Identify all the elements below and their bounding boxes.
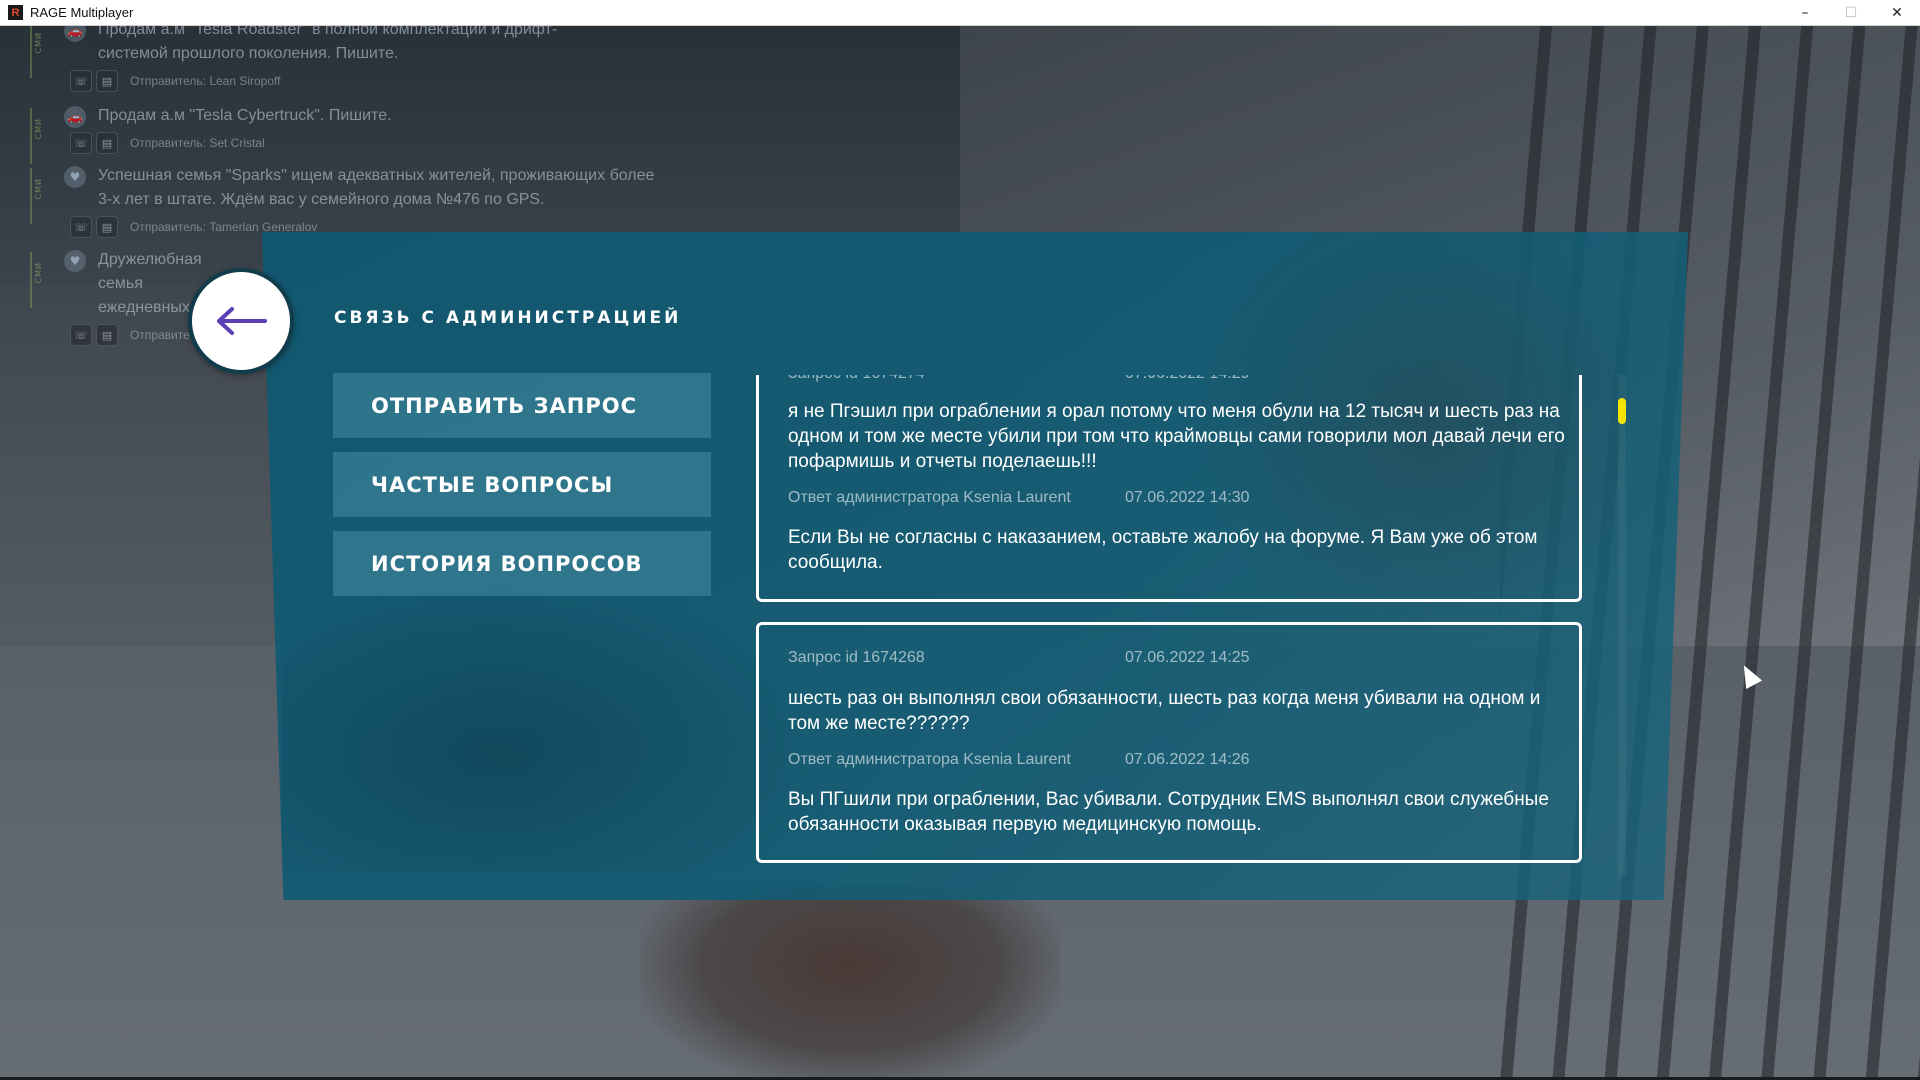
- ticket-history-list[interactable]: Запрос id 1674274 07.06.2022 14:29 я не …: [756, 375, 1582, 875]
- minimize-button[interactable]: –: [1782, 0, 1828, 26]
- announcement-sender: Отправите: [130, 328, 190, 342]
- question-history-button[interactable]: ИСТОРИЯ ВОПРОСОВ: [333, 531, 711, 596]
- request-time: 07.06.2022 14:29: [1125, 375, 1250, 383]
- ticket-card: Запрос id 1674274 07.06.2022 14:29 я не …: [756, 375, 1582, 602]
- announcement-sender: Отправитель: Lean Siropoff: [130, 74, 281, 88]
- background-character: [640, 886, 1060, 1080]
- announcement-meta: ☏ ▤ Отправитель: Set Cristal: [70, 132, 670, 154]
- answer-author: Ответ администратора Ksenia Laurent: [788, 751, 1071, 768]
- request-text: шесть раз он выполнял свои обязанности, …: [788, 688, 1541, 734]
- answer-time: 07.06.2022 14:30: [1125, 489, 1250, 506]
- rage-logo-icon: R: [8, 5, 23, 20]
- history-scroll-thumb[interactable]: [1618, 398, 1626, 424]
- history-scrollbar[interactable]: [1618, 375, 1626, 875]
- announcement-sender: Отправитель: Tamerlan Generalov: [130, 220, 318, 234]
- car-icon: 🚗: [64, 106, 86, 128]
- phone-icon[interactable]: ☏: [70, 70, 92, 92]
- maximize-button[interactable]: ☐: [1828, 0, 1874, 26]
- announcement-tag: СМИ: [34, 118, 43, 140]
- answer-text: Если Вы не согласны с наказанием, оставь…: [788, 527, 1538, 573]
- message-icon[interactable]: ▤: [96, 70, 118, 92]
- announcement-item: СМИ 🚗 Продам а.м "Tesla Roadster" в полн…: [30, 26, 670, 92]
- request-time: 07.06.2022 14:25: [1125, 649, 1250, 666]
- back-button[interactable]: [188, 268, 294, 374]
- heart-icon: ♥: [64, 250, 86, 272]
- panel-title: СВЯЗЬ С АДМИНИСТРАЦИЕЙ: [334, 308, 682, 328]
- request-id: Запрос id 1674268: [788, 649, 925, 666]
- phone-icon[interactable]: ☏: [70, 216, 92, 238]
- panel-menu: ОТПРАВИТЬ ЗАПРОС ЧАСТЫЕ ВОПРОСЫ ИСТОРИЯ …: [333, 373, 711, 610]
- heart-icon: ♥: [64, 166, 86, 188]
- announcement-item: СМИ 🚗 Продам а.м "Tesla Cybertruck". Пиш…: [30, 104, 670, 164]
- car-icon: 🚗: [64, 26, 86, 42]
- announcement-tag: СМИ: [34, 262, 43, 284]
- announcement-tag: СМИ: [34, 32, 43, 54]
- panel-background-palms: [282, 572, 822, 872]
- announcement-meta: ☏ ▤ Отправитель: Lean Siropoff: [70, 70, 670, 92]
- message-icon[interactable]: ▤: [96, 132, 118, 154]
- close-button[interactable]: ✕: [1874, 0, 1920, 26]
- request-meta: Запрос id 1674274 07.06.2022 14:29: [788, 375, 1569, 384]
- announcement-tag: СМИ: [34, 178, 43, 200]
- faq-button[interactable]: ЧАСТЫЕ ВОПРОСЫ: [333, 452, 711, 517]
- answer-meta: Ответ администратора Ksenia Laurent 07.0…: [788, 750, 1569, 770]
- request-meta: Запрос id 1674268 07.06.2022 14:25: [788, 648, 1569, 668]
- answer-time: 07.06.2022 14:26: [1125, 751, 1250, 768]
- answer-author: Ответ администратора Ksenia Laurent: [788, 489, 1071, 506]
- request-id: Запрос id 1674274: [788, 375, 1125, 383]
- message-icon[interactable]: ▤: [96, 216, 118, 238]
- announcement-text: Продам а.м "Tesla Cybertruck". Пишите.: [98, 107, 392, 124]
- arrow-left-icon: [217, 307, 267, 335]
- window-titlebar: R RAGE Multiplayer – ☐ ✕: [0, 0, 1920, 26]
- ticket-card: Запрос id 1674268 07.06.2022 14:25 шесть…: [756, 622, 1582, 863]
- send-request-button[interactable]: ОТПРАВИТЬ ЗАПРОС: [333, 373, 711, 438]
- announcement-text: Продам а.м "Tesla Roadster" в полной ком…: [98, 26, 558, 62]
- request-text: я не Пгэшил при ограблении я орал потому…: [788, 401, 1565, 472]
- phone-icon[interactable]: ☏: [70, 132, 92, 154]
- announcement-item: СМИ ♥ Успешная семья "Sparks" ищем адекв…: [30, 164, 670, 238]
- announcement-text: Успешная семья "Sparks" ищем адекватных …: [98, 167, 655, 208]
- answer-text: Вы ПГшили при ограблении, Вас убивали. С…: [788, 789, 1549, 835]
- announcement-sender: Отправитель: Set Cristal: [130, 136, 265, 150]
- answer-meta: Ответ администратора Ksenia Laurent 07.0…: [788, 488, 1569, 508]
- message-icon[interactable]: ▤: [96, 324, 118, 346]
- window-controls: – ☐ ✕: [1782, 0, 1920, 26]
- phone-icon[interactable]: ☏: [70, 324, 92, 346]
- window-title: RAGE Multiplayer: [30, 5, 134, 20]
